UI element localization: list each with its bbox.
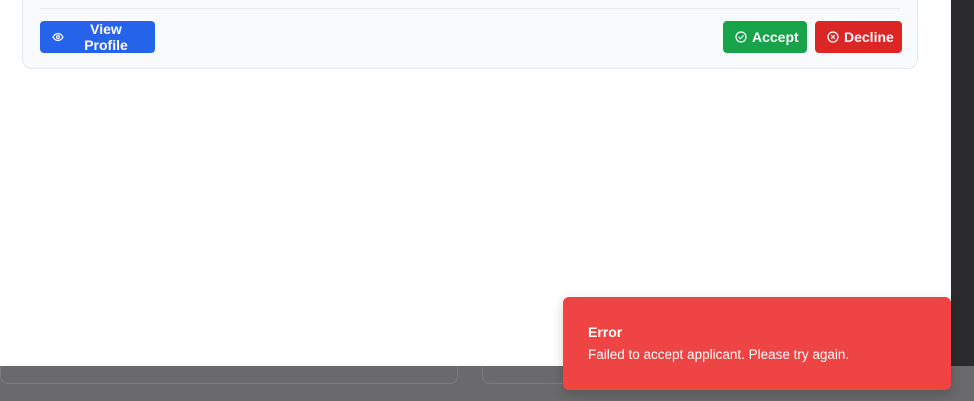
- decline-button[interactable]: Decline: [815, 21, 902, 53]
- error-toast[interactable]: Error Failed to accept applicant. Please…: [563, 297, 951, 390]
- background-card: [0, 366, 458, 384]
- view-profile-button[interactable]: View Profile: [40, 21, 155, 53]
- decline-label: Decline: [844, 29, 894, 45]
- page-scrollbar-area: [951, 0, 974, 366]
- toast-description: Failed to accept applicant. Please try a…: [588, 347, 850, 362]
- x-circle-icon: [827, 31, 839, 43]
- accept-label: Accept: [752, 29, 799, 45]
- card-divider: [40, 8, 900, 9]
- check-circle-icon: [735, 31, 747, 43]
- screen: View Profile Accept Decline Error Failed…: [0, 0, 974, 401]
- eye-icon: [52, 32, 64, 42]
- applicant-card: View Profile Accept Decline: [22, 0, 918, 69]
- toast-title: Error: [588, 324, 623, 340]
- accept-button[interactable]: Accept: [723, 21, 807, 53]
- view-profile-label: View Profile: [84, 21, 128, 53]
